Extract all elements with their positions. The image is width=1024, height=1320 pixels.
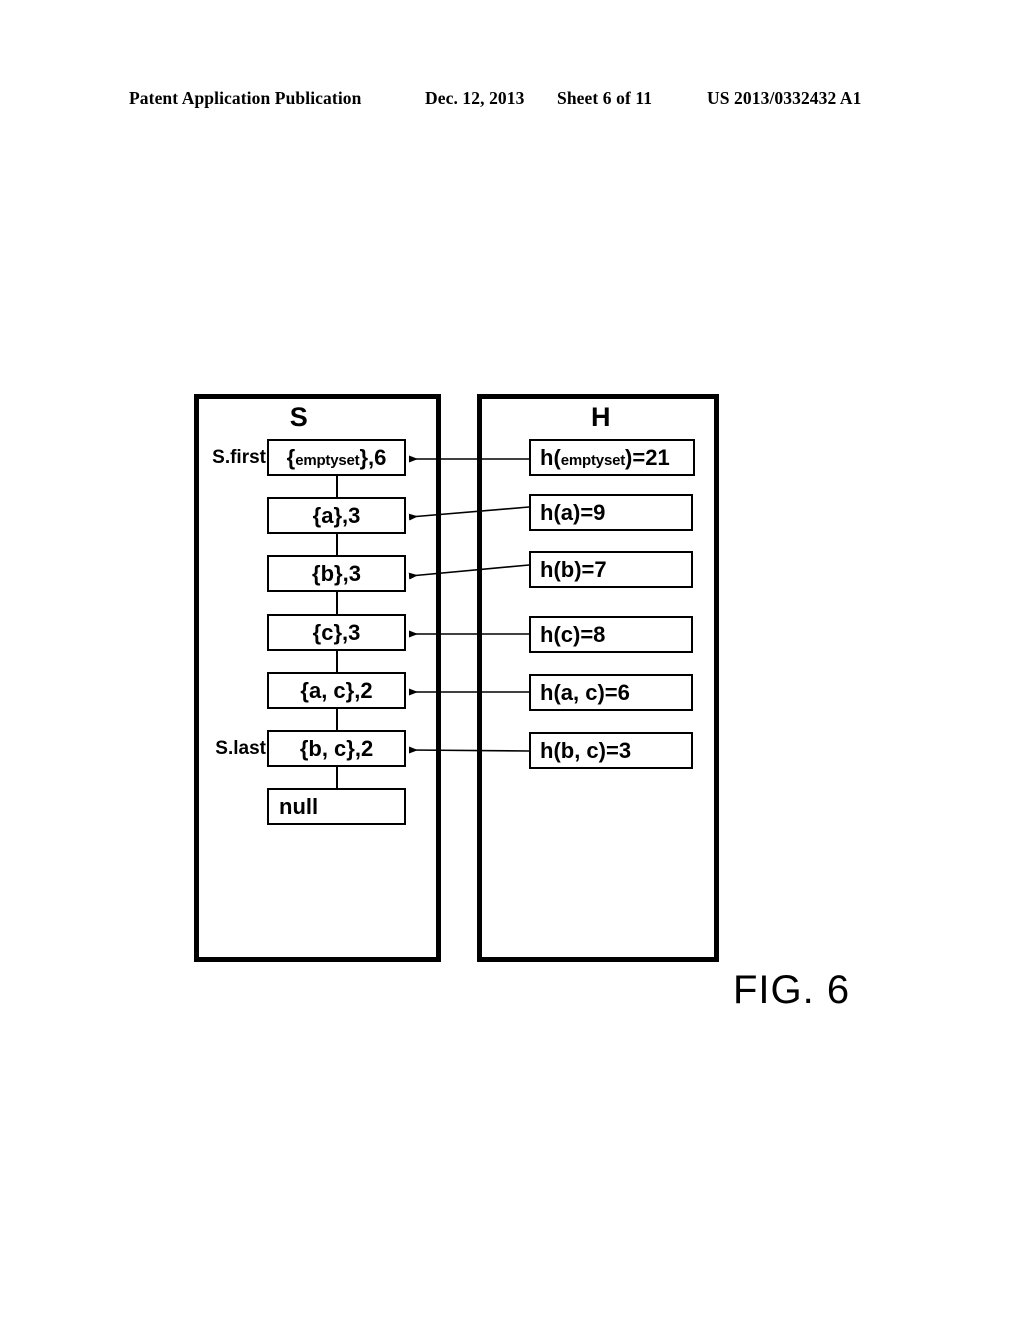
h-node-4: h(a, c)=6	[529, 674, 693, 711]
s-node-0: {emptyset},6	[267, 439, 406, 476]
label-s-first: S.first	[212, 447, 266, 468]
h-node-2: h(b)=7	[529, 551, 693, 588]
s-node-1: {a},3	[267, 497, 406, 534]
h-node-5: h(b, c)=3	[529, 732, 693, 769]
s-node-5: {b, c},2	[267, 730, 406, 767]
h-node-0-prefix: h(	[540, 445, 561, 470]
h-node-1: h(a)=9	[529, 494, 693, 531]
h-node-0-suffix: )=21	[625, 445, 670, 470]
figure-caption: FIG. 6	[733, 968, 851, 1012]
s-node-0-suffix: },6	[359, 445, 387, 470]
s-node-2: {b},3	[267, 555, 406, 592]
column-title-s: S	[289, 402, 309, 432]
s-node-0-prefix: {	[286, 445, 296, 470]
column-title-h: H	[591, 402, 611, 432]
s-node-0-emptyset: emptyset	[295, 452, 360, 469]
h-node-3: h(c)=8	[529, 616, 693, 653]
h-node-0: h(emptyset)=21	[529, 439, 695, 476]
label-s-last: S.last	[215, 738, 266, 759]
s-node-3: {c},3	[267, 614, 406, 651]
h-node-0-emptyset: emptyset	[560, 452, 626, 469]
figure-6-diagram: S H S.first S.last {emptyset},6 {a},3 {b…	[0, 0, 1024, 1320]
s-node-4: {a, c},2	[267, 672, 406, 709]
s-node-null: null	[267, 788, 406, 825]
